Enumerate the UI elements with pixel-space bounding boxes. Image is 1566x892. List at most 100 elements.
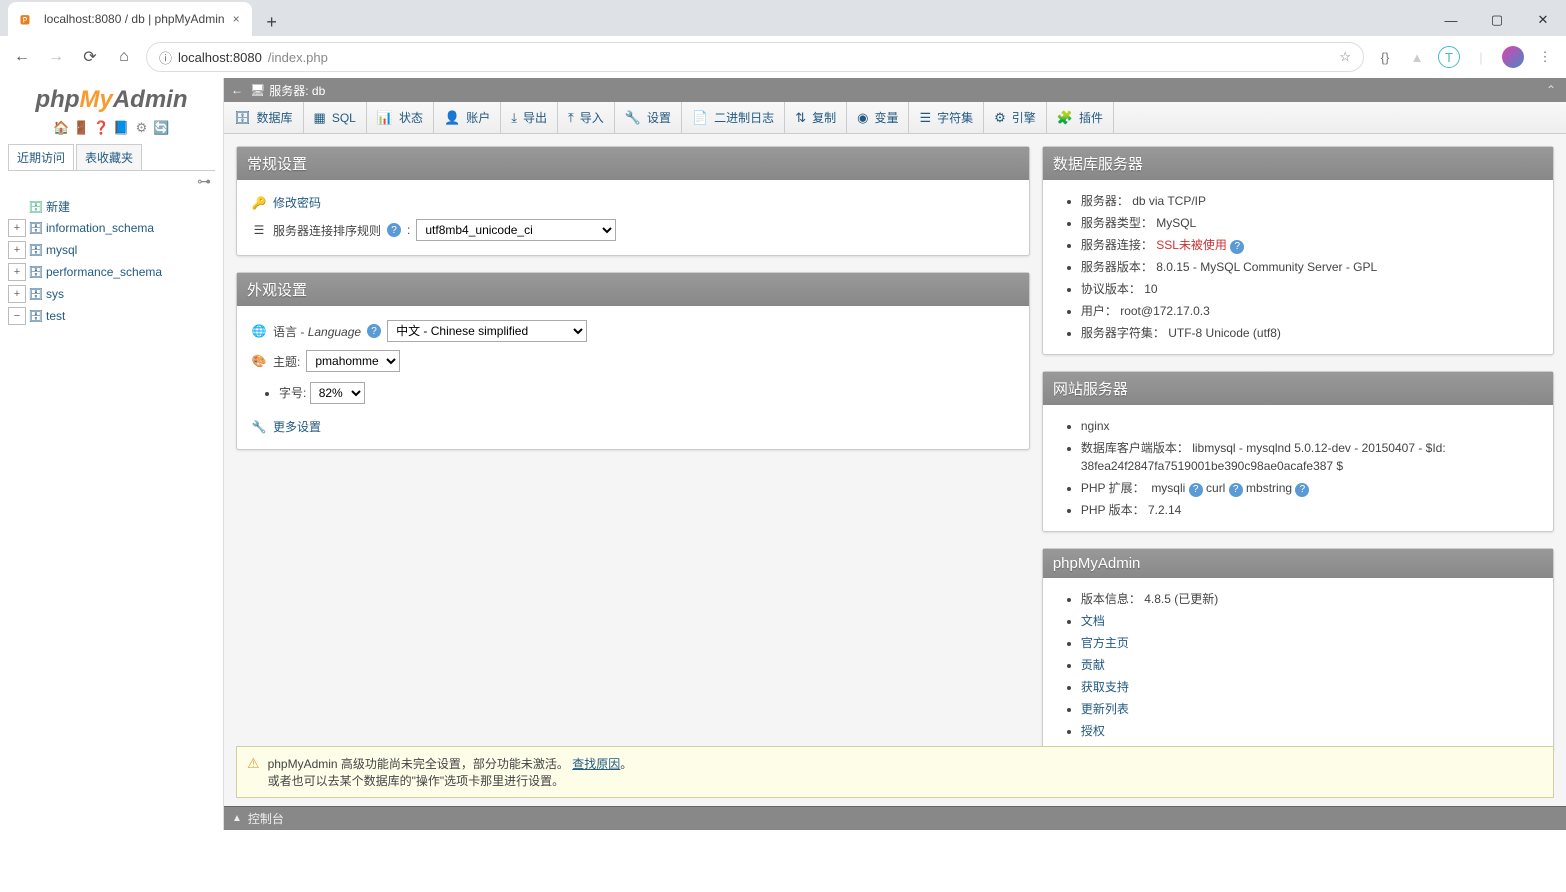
help-icon[interactable]: ? — [1295, 483, 1309, 497]
pma-link-support[interactable]: 获取支持 — [1081, 680, 1129, 694]
url-input[interactable]: ⓘ localhost:8080/index.php ☆ — [146, 42, 1364, 72]
pma-link-changes[interactable]: 更新列表 — [1081, 702, 1129, 716]
home-button[interactable]: ⌂ — [112, 45, 136, 69]
list-icon: ☰ — [251, 223, 267, 237]
help-icon[interactable]: ? — [1189, 483, 1203, 497]
db-icon: 🗄 — [28, 265, 44, 279]
more-settings-link[interactable]: 更多设置 — [273, 418, 321, 435]
tab-database[interactable]: 数据库 — [224, 102, 304, 133]
console-label: 控制台 — [248, 810, 284, 827]
tab-export[interactable]: 导出 — [501, 102, 558, 133]
panel-title: 外观设置 — [237, 273, 1029, 306]
tab-variables[interactable]: 变量 — [847, 102, 909, 133]
theme-select[interactable]: pmahomme — [306, 350, 400, 372]
extension-icon-2[interactable]: T — [1438, 46, 1460, 68]
collation-label: 服务器连接排序规则 — [273, 222, 381, 239]
url-path: /index.php — [268, 50, 328, 65]
home-icon[interactable]: 🏠 — [54, 120, 70, 136]
close-window-button[interactable]: ✕ — [1520, 4, 1566, 36]
help-icon[interactable]: ? — [1230, 240, 1244, 254]
expand-icon[interactable]: + — [8, 219, 26, 237]
minimize-button[interactable]: — — [1428, 4, 1474, 36]
tab-sql[interactable]: SQL — [304, 102, 367, 133]
notice-link[interactable]: 查找原因 — [572, 757, 620, 771]
collation-select[interactable]: utf8mb4_unicode_ci — [416, 219, 616, 241]
close-tab-icon[interactable]: × — [233, 12, 240, 26]
collapse-topbar-icon[interactable]: ⌃ — [1540, 83, 1562, 97]
settings-icon[interactable]: ⚙ — [134, 120, 150, 136]
tree-db[interactable]: − 🗄 test — [8, 305, 215, 327]
tab-accounts[interactable]: 账户 — [434, 102, 501, 133]
lang-icon: 🌐 — [251, 324, 267, 338]
tree-new[interactable]: 🗄 新建 — [8, 196, 215, 217]
db-icon: 🗄 — [28, 221, 44, 235]
sidebar-tab-favorites[interactable]: 表收藏夹 — [76, 144, 142, 170]
breadcrumb-bar: ← 🖥 服务器: db ⌃ — [224, 78, 1566, 102]
menu-icon[interactable]: ⋮ — [1534, 46, 1556, 68]
tab-import[interactable]: 导入 — [558, 102, 615, 133]
ssl-warning: SSL未被使用 — [1156, 238, 1227, 252]
braces-icon[interactable]: {} — [1374, 46, 1396, 68]
tab-charsets[interactable]: 字符集 — [909, 102, 984, 133]
logo[interactable]: phpMyAdmin — [0, 78, 223, 116]
reload-button[interactable]: ⟳ — [78, 45, 102, 69]
expand-icon[interactable]: + — [8, 241, 26, 259]
browser-tab-bar: 🅿 localhost:8080 / db | phpMyAdmin × + —… — [0, 0, 1566, 36]
tab-settings[interactable]: 设置 — [615, 102, 682, 133]
var-tab-icon — [857, 110, 868, 126]
tree-db[interactable]: + 🗄 mysql — [8, 239, 215, 261]
expand-icon[interactable]: + — [8, 263, 26, 281]
expand-icon[interactable]: + — [8, 285, 26, 303]
help-icon[interactable]: ? — [367, 324, 381, 338]
repl-tab-icon — [795, 110, 806, 126]
tab-engines[interactable]: 引擎 — [984, 102, 1047, 133]
collapse-icon[interactable]: − — [8, 307, 26, 325]
extension-icon-1[interactable]: ▲ — [1406, 46, 1428, 68]
new-tab-button[interactable]: + — [258, 8, 286, 36]
warning-icon: ⚠ — [247, 755, 260, 772]
tab-replication[interactable]: 复制 — [785, 102, 847, 133]
breadcrumb-arrow-icon[interactable]: ← — [228, 83, 246, 97]
bookmark-icon[interactable]: ☆ — [1339, 49, 1351, 65]
plugin-tab-icon — [1057, 110, 1073, 126]
docs-icon[interactable]: ❓ — [94, 120, 110, 136]
pma-link-docs[interactable]: 文档 — [1081, 614, 1105, 628]
favicon-icon: 🅿 — [20, 11, 36, 27]
help-icon[interactable]: ? — [1229, 483, 1243, 497]
tab-binlog[interactable]: 二进制日志 — [682, 102, 785, 133]
url-host: localhost:8080 — [178, 50, 262, 65]
reload-nav-icon[interactable]: 🔄 — [154, 120, 170, 136]
console-bar[interactable]: ▲ 控制台 — [224, 806, 1566, 830]
pma-link-contribute[interactable]: 贡献 — [1081, 658, 1105, 672]
sidebar-tabs: 近期访问 表收藏夹 — [8, 144, 215, 171]
tree-db[interactable]: + 🗄 information_schema — [8, 217, 215, 239]
fontsize-select[interactable]: 82% — [310, 382, 365, 404]
sidebar-tab-recent[interactable]: 近期访问 — [8, 144, 74, 170]
back-button[interactable]: ← — [10, 45, 34, 69]
site-info-icon[interactable]: ⓘ — [159, 48, 172, 67]
tree-db[interactable]: + 🗄 sys — [8, 283, 215, 305]
forward-button[interactable]: → — [44, 45, 68, 69]
lang-label: 语言 - Language — [273, 323, 361, 340]
breadcrumb-label[interactable]: 服务器: db — [269, 82, 325, 99]
tab-title: localhost:8080 / db | phpMyAdmin — [44, 12, 225, 26]
logout-icon[interactable]: 🚪 — [74, 120, 90, 136]
change-password-link[interactable]: 修改密码 — [273, 194, 321, 211]
db-icon: 🗄 — [28, 243, 44, 257]
tree-db[interactable]: + 🗄 performance_schema — [8, 261, 215, 283]
profile-avatar[interactable] — [1502, 46, 1524, 68]
language-select[interactable]: 中文 - Chinese simplified — [387, 320, 587, 342]
pma-link-license[interactable]: 授权 — [1081, 724, 1105, 738]
tab-plugins[interactable]: 插件 — [1047, 102, 1114, 133]
browser-tab[interactable]: 🅿 localhost:8080 / db | phpMyAdmin × — [8, 2, 252, 36]
tab-status[interactable]: 状态 — [367, 102, 434, 133]
maximize-button[interactable]: ▢ — [1474, 4, 1520, 36]
pma-link-home[interactable]: 官方主页 — [1081, 636, 1129, 650]
panel-dbserver: 数据库服务器 服务器： db via TCP/IP 服务器类型： MySQL 服… — [1042, 146, 1554, 355]
content: 常规设置 🔑 修改密码 ☰ 服务器连接排序规则 ?: utf8mb4_unico… — [224, 134, 1566, 830]
panel-webserver: 网站服务器 nginx 数据库客户端版本： libmysql - mysqlnd… — [1042, 371, 1554, 532]
sql-docs-icon[interactable]: 📘 — [114, 120, 130, 136]
help-icon[interactable]: ? — [387, 223, 401, 237]
link-icon[interactable]: ⊶ — [197, 173, 211, 189]
console-toggle-icon[interactable]: ▲ — [232, 813, 242, 824]
